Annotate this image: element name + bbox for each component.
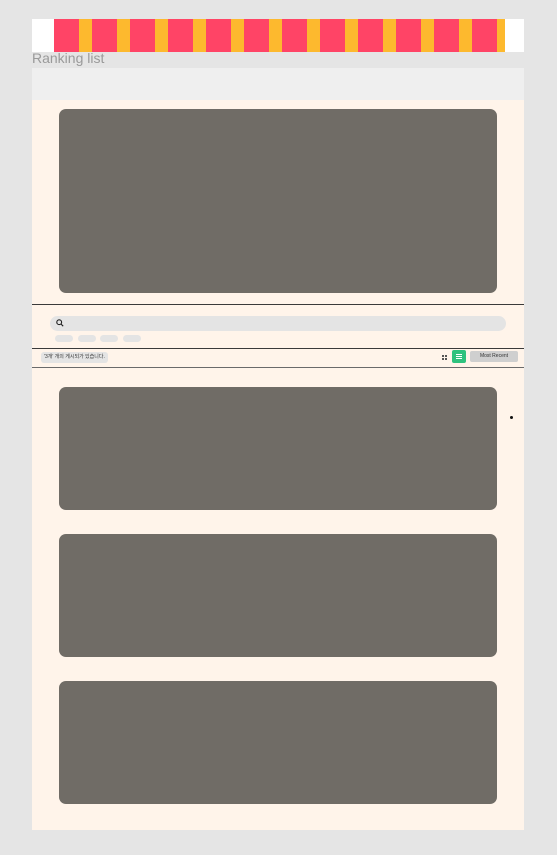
result-count-badge: '3개' 개의 게시되가 있습니다. [41, 352, 108, 363]
filter-chip[interactable] [78, 335, 96, 342]
grid-view-button[interactable] [439, 352, 450, 363]
divider [32, 348, 524, 349]
divider [32, 367, 524, 368]
stripe-banner [32, 19, 524, 52]
indicator-dot [510, 416, 513, 419]
page-title: Ranking list [32, 50, 105, 66]
ranking-card[interactable] [59, 387, 497, 510]
ranking-card[interactable] [59, 534, 497, 657]
grid-icon [445, 358, 447, 360]
sort-dropdown[interactable]: Most Recent [470, 351, 518, 362]
app-frame: '3개' 개의 게시되가 있습니다. Most Recent [32, 68, 524, 830]
banner-stripes [54, 19, 505, 52]
filter-chip[interactable] [55, 335, 73, 342]
grid-icon [442, 355, 444, 357]
divider [32, 304, 524, 305]
grid-icon [445, 355, 447, 357]
list-icon [456, 356, 462, 357]
hero-card[interactable] [59, 109, 497, 293]
list-icon [456, 358, 462, 359]
grid-icon [442, 358, 444, 360]
ranking-card[interactable] [59, 681, 497, 804]
list-view-button[interactable] [452, 350, 466, 363]
filter-chip[interactable] [100, 335, 118, 342]
search-input[interactable] [50, 316, 506, 331]
search-icon [56, 319, 64, 327]
filter-chip[interactable] [123, 335, 141, 342]
list-icon [456, 354, 462, 355]
header-bar [32, 68, 524, 100]
